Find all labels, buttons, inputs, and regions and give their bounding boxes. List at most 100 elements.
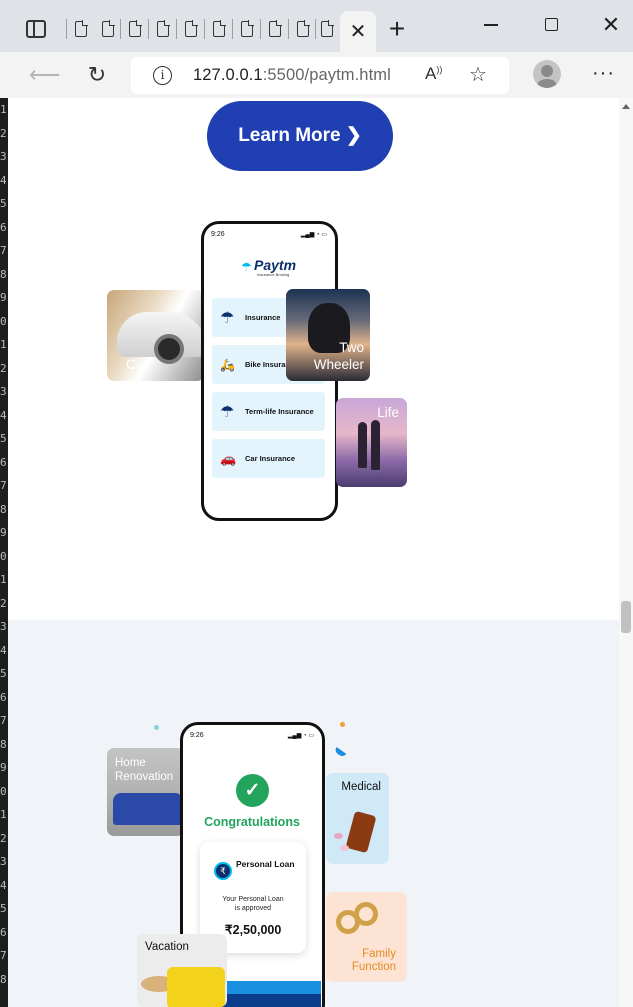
tab-2[interactable] (95, 14, 121, 44)
tab-separator (120, 19, 121, 39)
document-icon (157, 20, 170, 37)
line-number: 3 (0, 855, 7, 868)
phone-time: 9:26 (211, 231, 225, 238)
tab-strip: ✕ + ✕ (0, 0, 633, 52)
vertical-tabs-icon[interactable] (26, 20, 46, 38)
line-number: 0 (0, 314, 7, 328)
family-function-tile[interactable]: Family Function (326, 892, 407, 982)
line-number: 1 (0, 338, 7, 351)
scrollbar-thumb[interactable] (621, 601, 631, 633)
tab-1[interactable] (68, 14, 94, 44)
address-bar[interactable]: i 127.0.0.1:5500/paytm.html A)) ☆ (131, 57, 509, 94)
vacation-tile[interactable]: Vacation (137, 934, 227, 1007)
editor-gutter: 1 2 3 4 5 6 7 8 9 0 1 2 3 4 5 6 7 8 9 0 1 2 3 4 5 6 7 8 9 0 1 2 3 4 5 6 7 8 (0, 98, 8, 1007)
vacation-label: Vacation (145, 941, 189, 953)
term-life-label: Term-life Insurance (245, 407, 314, 416)
line-number: 3 (0, 620, 7, 633)
line-number: 4 (0, 878, 7, 892)
back-arrow-icon[interactable]: ⟵ (29, 62, 61, 88)
document-icon (321, 20, 334, 37)
learn-more-button[interactable]: Learn More ❯ (207, 101, 393, 171)
tab-4[interactable] (150, 14, 176, 44)
line-number: 1 (0, 808, 7, 821)
ring-image (354, 902, 378, 926)
maximize-icon (545, 18, 558, 31)
close-tab-icon[interactable]: ✕ (350, 19, 367, 44)
line-number: 8 (0, 502, 7, 516)
profile-avatar[interactable] (533, 60, 561, 88)
car-insurance-label: Car Insurance (245, 454, 296, 463)
tab-10[interactable] (314, 14, 340, 44)
line-number: 8 (0, 267, 7, 281)
add-favorite-icon[interactable]: ☆ (469, 62, 487, 87)
couple-image (358, 422, 367, 468)
reload-icon[interactable]: ↻ (84, 62, 110, 88)
signal-battery-icon: ▂▄▆ ◔ ▭ (287, 733, 314, 739)
line-number: 6 (0, 690, 7, 704)
info-icon[interactable]: i (153, 66, 172, 85)
medicine-bottle-image (345, 810, 377, 854)
paytm-brand: Paytm (254, 257, 297, 273)
url-host: 127.0.0.1 (193, 66, 263, 84)
insurance-section: Learn More ❯ Car 9:26 ▂▄▆ ◔ ▭ ☂ Paytm In… (8, 98, 619, 620)
confetti-dot (154, 725, 159, 730)
maximize-button[interactable] (537, 10, 567, 40)
pill-image (340, 845, 349, 851)
tab-separator (148, 19, 149, 39)
car-label: Car (126, 357, 148, 372)
car-tile[interactable]: Car (107, 290, 204, 381)
minimize-button[interactable] (476, 10, 506, 40)
new-tab-button[interactable]: + (385, 14, 409, 44)
tab-7[interactable] (234, 14, 260, 44)
read-aloud-icon[interactable]: A)) (425, 64, 442, 84)
line-number: 4 (0, 173, 7, 187)
document-icon (241, 20, 254, 37)
life-label: Life (377, 405, 399, 420)
close-window-button[interactable]: ✕ (596, 10, 626, 40)
line-number: 4 (0, 643, 7, 657)
line-number: 5 (0, 432, 7, 445)
document-icon (297, 20, 310, 37)
tab-active[interactable]: ✕ (340, 11, 376, 52)
line-number: 2 (0, 361, 7, 375)
tab-5[interactable] (178, 14, 204, 44)
document-icon (102, 20, 115, 37)
car-insurance-item[interactable]: 🚗 Car Insurance (212, 439, 325, 478)
suitcase-image (167, 967, 225, 1007)
browser-toolbar: ⟵ ↻ i 127.0.0.1:5500/paytm.html A)) ☆ ··… (0, 52, 633, 98)
checkmark-icon: ✓ (236, 774, 269, 807)
settings-menu-icon[interactable]: ··· (592, 62, 615, 85)
car-icon: 🚗 (220, 451, 237, 466)
medical-tile[interactable]: Medical (326, 773, 389, 864)
insurance-item-label: Insurance (245, 313, 281, 322)
line-number: 2 (0, 126, 7, 140)
line-number: 1 (0, 103, 7, 116)
tab-8[interactable] (262, 14, 288, 44)
family-function-label: Family Function (351, 948, 396, 973)
home-renovation-tile[interactable]: Home Renovation (107, 748, 184, 836)
url-text[interactable]: 127.0.0.1:5500/paytm.html (193, 66, 391, 85)
term-life-insurance-item[interactable]: ☂ Term-life Insurance (212, 392, 325, 431)
browser-window: ✕ + ✕ ⟵ ↻ i 127.0.0.1:5500/paytm.html A)… (0, 0, 633, 1007)
sofa-image (113, 793, 183, 825)
line-number: 6 (0, 925, 7, 939)
congratulations-text: Congratulations (204, 815, 300, 829)
url-path: :5500/paytm.html (262, 66, 391, 84)
scroll-up-icon[interactable] (622, 104, 630, 109)
car-wheel-image (154, 334, 184, 364)
confetti-dot (340, 722, 345, 727)
line-number: 5 (0, 197, 7, 210)
line-number: 3 (0, 150, 7, 163)
line-number: 8 (0, 737, 7, 751)
line-number: 7 (0, 479, 7, 492)
line-number: 6 (0, 455, 7, 469)
tab-3[interactable] (122, 14, 148, 44)
vertical-scrollbar[interactable] (619, 98, 633, 1007)
tab-6[interactable] (206, 14, 232, 44)
personal-loan-title: Personal Loan (236, 859, 295, 869)
phone-time: 9:26 (190, 732, 204, 739)
life-tile[interactable]: Life (336, 398, 407, 487)
line-number: 7 (0, 244, 7, 257)
two-wheeler-tile[interactable]: Two Wheeler (286, 289, 370, 381)
tab-9[interactable] (290, 14, 316, 44)
